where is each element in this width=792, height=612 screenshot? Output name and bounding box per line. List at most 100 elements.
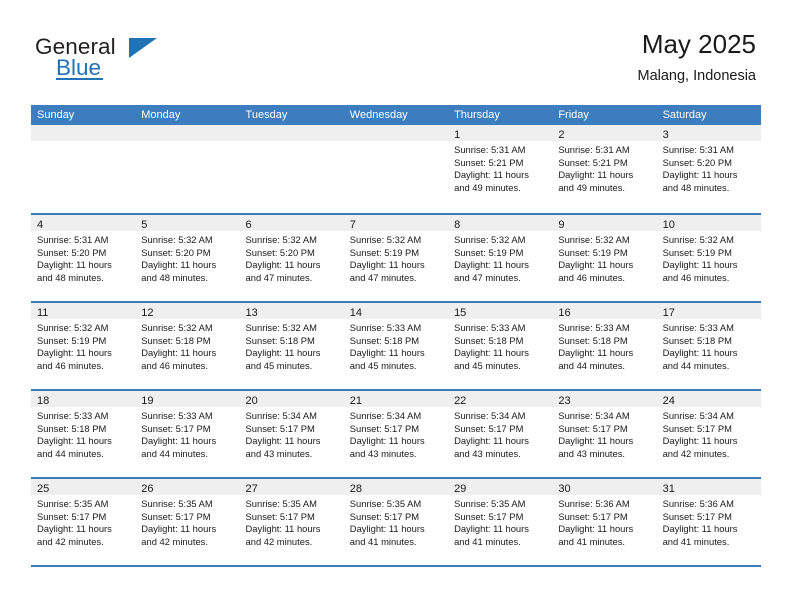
calendar-day-cell[interactable]: 31 Sunrise: 5:36 AM Sunset: 5:17 PM Dayligh… [656, 479, 761, 565]
day-details: Sunrise: 5:35 AM Sunset: 5:17 PM Daylight:… [31, 495, 135, 548]
day-detail-line: Sunrise: 5:35 AM [141, 498, 213, 509]
calendar-day-cell[interactable]: 14 Sunrise: 5:33 AM Sunset: 5:18 PM Dayligh… [343, 303, 449, 389]
day-number: 16 [558, 307, 571, 319]
day-detail-line: and 45 minutes. [454, 359, 521, 371]
day-detail-line: Daylight: 11 hours [558, 259, 634, 271]
weekday-header-sunday: Sunday [37, 109, 75, 121]
day-detail-line: Daylight: 11 hours [454, 169, 529, 181]
day-details [135, 141, 239, 144]
calendar-day-cell[interactable]: 5 Sunrise: 5:32 AM Sunset: 5:20 PM Daylight… [135, 215, 240, 301]
day-detail-line: Daylight: 11 hours [558, 523, 634, 535]
calendar-day-cell[interactable]: 2 Sunrise: 5:31 AM Sunset: 5:21 PM Daylight… [552, 125, 657, 213]
calendar-day-cell[interactable]: 30 Sunrise: 5:36 AM Sunset: 5:17 PM Dayligh… [552, 479, 657, 565]
day-details: Sunrise: 5:34 AM Sunset: 5:17 PM Daylight:… [448, 407, 552, 460]
weekday-header-saturday: Saturday [662, 109, 707, 121]
day-number-band [135, 125, 240, 141]
calendar-day-cell[interactable]: 7 Sunrise: 5:32 AM Sunset: 5:19 PM Daylight… [343, 215, 449, 301]
calendar-day-cell[interactable]: 28 Sunrise: 5:35 AM Sunset: 5:17 PM Dayligh… [343, 479, 449, 565]
calendar-day-cell[interactable]: 17 Sunrise: 5:33 AM Sunset: 5:18 PM Dayligh… [656, 303, 761, 389]
day-detail-line: and 42 minutes. [141, 535, 208, 547]
calendar-day-cell[interactable]: 4 Sunrise: 5:31 AM Sunset: 5:20 PM Daylight… [31, 215, 136, 301]
day-number-band: 5 [135, 215, 240, 231]
day-detail-line: Sunrise: 5:33 AM [662, 322, 734, 333]
weekday-header-tuesday: Tuesday [245, 109, 288, 121]
day-detail-line: Daylight: 11 hours [245, 435, 321, 447]
day-details [240, 141, 344, 144]
day-number: 25 [37, 483, 50, 495]
calendar-day-cell[interactable]: 20 Sunrise: 5:34 AM Sunset: 5:17 PM Dayligh… [239, 391, 344, 477]
day-detail-line: Daylight: 11 hours [558, 435, 634, 447]
day-detail-line: Daylight: 11 hours [662, 435, 738, 447]
day-number-band: 4 [31, 215, 136, 231]
calendar-day-cell[interactable]: 26 Sunrise: 5:35 AM Sunset: 5:17 PM Dayligh… [135, 479, 240, 565]
calendar-day-cell[interactable]: 8 Sunrise: 5:32 AM Sunset: 5:19 PM Daylight… [448, 215, 553, 301]
calendar-week-row: 18 Sunrise: 5:33 AM Sunset: 5:18 PM Dayligh… [31, 389, 761, 477]
day-details: Sunrise: 5:34 AM Sunset: 5:17 PM Daylight:… [344, 407, 448, 460]
day-detail-line: and 48 minutes. [37, 271, 104, 283]
day-detail-line: and 47 minutes. [245, 271, 313, 283]
day-number: 21 [349, 395, 363, 407]
calendar-day-cell[interactable]: 24 Sunrise: 5:34 AM Sunset: 5:17 PM Dayligh… [656, 391, 761, 477]
calendar-day-cell-empty [239, 125, 344, 213]
day-detail-line: and 46 minutes. [662, 271, 730, 283]
day-detail-line: Daylight: 11 hours [662, 523, 738, 535]
calendar-day-cell[interactable]: 18 Sunrise: 5:33 AM Sunset: 5:18 PM Dayligh… [31, 391, 136, 477]
calendar-day-cell[interactable]: 15 Sunrise: 5:33 AM Sunset: 5:18 PM Dayligh… [448, 303, 553, 389]
calendar-weeks: 1 Sunrise: 5:31 AM Sunset: 5:21 PM Daylight… [31, 125, 761, 565]
page-header: General Blue May 2025 Malang, Indonesia [0, 0, 792, 104]
day-number: 28 [349, 483, 363, 495]
calendar-day-cell[interactable]: 6 Sunrise: 5:32 AM Sunset: 5:20 PM Daylight… [239, 215, 344, 301]
day-detail-line: Sunset: 5:18 PM [141, 334, 211, 346]
day-number-band: 12 [135, 303, 240, 319]
calendar-day-cell[interactable]: 12 Sunrise: 5:32 AM Sunset: 5:18 PM Dayligh… [135, 303, 240, 389]
general-blue-logo[interactable]: General Blue [35, 34, 215, 86]
calendar-day-cell[interactable]: 22 Sunrise: 5:34 AM Sunset: 5:17 PM Dayligh… [448, 391, 553, 477]
calendar-day-cell[interactable]: 16 Sunrise: 5:33 AM Sunset: 5:18 PM Dayligh… [552, 303, 657, 389]
day-detail-line: and 44 minutes. [558, 359, 626, 371]
day-number: 3 [662, 129, 669, 141]
calendar-day-cell[interactable]: 13 Sunrise: 5:32 AM Sunset: 5:18 PM Dayligh… [239, 303, 344, 389]
day-number-band: 23 [552, 391, 657, 407]
weekday-header-row: Sunday Monday Tuesday Wednesday Thursday Frid… [31, 105, 761, 125]
day-detail-line: and 45 minutes. [245, 359, 313, 371]
day-detail-line: Sunrise: 5:32 AM [349, 234, 422, 245]
day-details: Sunrise: 5:35 AM Sunset: 5:17 PM Daylight:… [135, 495, 239, 548]
day-number-band: 17 [656, 303, 761, 319]
calendar-day-cell[interactable]: 1 Sunrise: 5:31 AM Sunset: 5:21 PM Daylight… [448, 125, 553, 213]
day-detail-line: Sunset: 5:17 PM [558, 422, 628, 434]
calendar-day-cell[interactable]: 23 Sunrise: 5:34 AM Sunset: 5:17 PM Dayligh… [552, 391, 657, 477]
weekday-header-wednesday: Wednesday [349, 109, 408, 121]
calendar-day-cell[interactable]: 9 Sunrise: 5:32 AM Sunset: 5:19 PM Daylight… [552, 215, 657, 301]
day-detail-line: and 48 minutes. [141, 271, 208, 283]
day-detail-line: and 45 minutes. [349, 359, 417, 371]
calendar-day-cell[interactable]: 25 Sunrise: 5:35 AM Sunset: 5:17 PM Dayligh… [31, 479, 136, 565]
calendar-day-cell[interactable]: 11 Sunrise: 5:32 AM Sunset: 5:19 PM Dayligh… [31, 303, 136, 389]
calendar-week-row: 11 Sunrise: 5:32 AM Sunset: 5:19 PM Dayligh… [31, 301, 761, 389]
day-details: Sunrise: 5:32 AM Sunset: 5:19 PM Daylight:… [657, 231, 761, 284]
calendar-day-cell[interactable]: 27 Sunrise: 5:35 AM Sunset: 5:17 PM Dayligh… [239, 479, 344, 565]
day-number-band: 20 [239, 391, 344, 407]
day-detail-line: Sunrise: 5:32 AM [37, 322, 109, 333]
day-detail-line: Sunset: 5:17 PM [141, 510, 211, 522]
day-details: Sunrise: 5:36 AM Sunset: 5:17 PM Daylight:… [552, 495, 656, 548]
day-detail-line: Sunrise: 5:32 AM [141, 234, 213, 245]
day-detail-line: Daylight: 11 hours [245, 347, 321, 359]
calendar-day-cell[interactable]: 19 Sunrise: 5:33 AM Sunset: 5:17 PM Dayligh… [135, 391, 240, 477]
day-detail-line: Sunset: 5:20 PM [245, 246, 315, 258]
day-detail-line: and 46 minutes. [37, 359, 104, 371]
day-number: 2 [558, 129, 565, 141]
day-details [344, 141, 448, 144]
day-number: 4 [37, 219, 44, 231]
calendar-day-cell[interactable]: 29 Sunrise: 5:35 AM Sunset: 5:17 PM Dayligh… [448, 479, 553, 565]
logo-text-blue: Blue [56, 55, 102, 80]
day-number-band: 9 [552, 215, 657, 231]
calendar-day-cell[interactable]: 10 Sunrise: 5:32 AM Sunset: 5:19 PM Dayligh… [656, 215, 761, 301]
calendar-day-cell[interactable]: 3 Sunrise: 5:31 AM Sunset: 5:20 PM Daylight… [656, 125, 761, 213]
day-detail-line: and 43 minutes. [245, 447, 313, 459]
day-detail-line: and 49 minutes. [558, 181, 626, 193]
calendar-day-cell[interactable]: 21 Sunrise: 5:34 AM Sunset: 5:17 PM Dayligh… [343, 391, 449, 477]
title-block: May 2025 Malang, Indonesia [638, 28, 757, 86]
day-details: Sunrise: 5:35 AM Sunset: 5:17 PM Daylight:… [240, 495, 344, 548]
day-number-band: 13 [239, 303, 344, 319]
day-detail-line: Sunset: 5:18 PM [37, 422, 107, 434]
